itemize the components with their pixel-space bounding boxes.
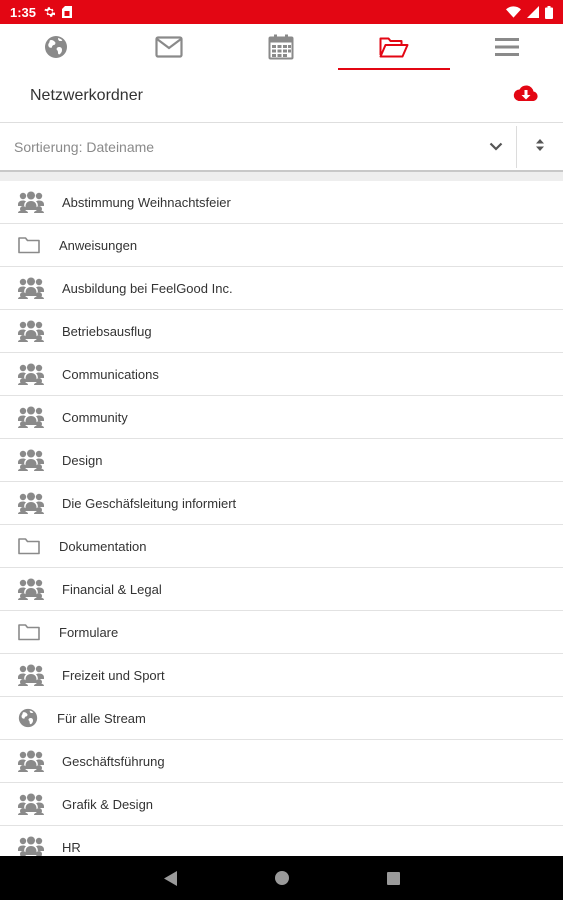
settings-icon <box>43 6 56 18</box>
globe-icon <box>0 708 57 728</box>
page-header: Netzwerkordner <box>0 70 563 122</box>
list-item-label: Betriebsausflug <box>62 323 152 339</box>
folder-icon <box>0 236 59 254</box>
list-item-label: Design <box>62 452 103 468</box>
group-icon <box>0 449 62 471</box>
tab-messages[interactable] <box>113 24 226 70</box>
list-item[interactable]: Formulare <box>0 611 563 654</box>
folder-icon <box>0 623 59 641</box>
list-item-label: Grafik & Design <box>62 796 154 812</box>
list-item-label: HR <box>62 839 81 855</box>
calendar-icon <box>268 34 294 60</box>
list-item-label: Anweisungen <box>59 237 138 253</box>
list-item-label: Community <box>62 409 128 425</box>
list-item-label: Communications <box>62 366 159 382</box>
list-item-label: Formulare <box>59 624 119 640</box>
chevron-down-icon <box>489 138 503 156</box>
sort-dropdown-button[interactable] <box>476 123 516 170</box>
group-icon <box>0 664 62 686</box>
list-item[interactable]: Dokumentation <box>0 525 563 568</box>
group-icon <box>0 836 62 856</box>
sort-select[interactable]: Sortierung: Dateiname <box>0 139 476 155</box>
group-icon <box>0 406 62 428</box>
tab-stream[interactable] <box>0 24 113 70</box>
sort-icon <box>536 138 544 156</box>
list-item-label: Die Geschäfsleitung informiert <box>62 495 237 511</box>
sort-bar: Sortierung: Dateiname <box>0 122 563 172</box>
list-item[interactable]: Anweisungen <box>0 224 563 267</box>
list-item[interactable]: Community <box>0 396 563 439</box>
list-item[interactable]: Financial & Legal <box>0 568 563 611</box>
group-icon <box>0 578 62 600</box>
group-icon <box>0 363 62 385</box>
list-top-spacer <box>0 172 563 181</box>
main-tab-bar <box>0 24 563 70</box>
group-icon <box>0 320 62 342</box>
tab-menu[interactable] <box>450 24 563 70</box>
group-icon <box>0 793 62 815</box>
envelope-icon <box>155 36 183 58</box>
folder-icon <box>0 537 59 555</box>
status-time: 1:35 <box>10 4 37 20</box>
group-icon <box>0 492 62 514</box>
tab-calendar[interactable] <box>225 24 338 70</box>
folder-list: Abstimmung Weihnachtsfeier Anweisungen Aus… <box>0 181 563 856</box>
page-title: Netzwerkordner <box>30 87 143 104</box>
list-item[interactable]: Grafik & Design <box>0 783 563 826</box>
list-item[interactable]: Betriebsausflug <box>0 310 563 353</box>
list-item-label: Geschäftsführung <box>62 753 165 769</box>
list-item-label: Financial & Legal <box>62 581 162 597</box>
list-item[interactable]: Geschäftsführung <box>0 740 563 783</box>
list-item[interactable]: HR <box>0 826 563 856</box>
recents-icon[interactable] <box>386 871 400 885</box>
list-item[interactable]: Design <box>0 439 563 482</box>
group-icon <box>0 191 62 213</box>
folder-open-icon <box>379 36 409 58</box>
tab-folders[interactable] <box>337 24 451 70</box>
group-icon <box>0 277 62 299</box>
list-item-label: Für alle Stream <box>57 710 146 726</box>
list-item-label: Freizeit und Sport <box>62 667 165 683</box>
list-item[interactable]: Die Geschäfsleitung informiert <box>0 482 563 525</box>
list-item[interactable]: Abstimmung Weihnachtsfeier <box>0 181 563 224</box>
group-icon <box>0 750 62 772</box>
list-item[interactable]: Freizeit und Sport <box>0 654 563 697</box>
battery-icon <box>545 5 553 19</box>
list-item[interactable]: Communications <box>0 353 563 396</box>
signal-icon <box>527 6 539 18</box>
back-icon[interactable] <box>163 870 177 886</box>
list-item-label: Abstimmung Weihnachtsfeier <box>62 194 231 210</box>
sim-card-icon <box>62 6 73 18</box>
list-item[interactable]: Ausbildung bei FeelGood Inc. <box>0 267 563 310</box>
cloud-download-button[interactable] <box>513 84 539 109</box>
menu-icon <box>494 37 519 57</box>
status-bar: 1:35 <box>0 0 563 24</box>
wifi-icon <box>506 6 521 18</box>
list-item-label: Ausbildung bei FeelGood Inc. <box>62 280 233 296</box>
cloud-download-icon <box>513 84 539 109</box>
list-item[interactable]: Für alle Stream <box>0 697 563 740</box>
system-nav-bar <box>0 856 563 900</box>
home-icon[interactable] <box>274 871 289 885</box>
globe-icon <box>44 35 68 59</box>
sort-order-button[interactable] <box>517 123 563 170</box>
list-item-label: Dokumentation <box>59 538 147 554</box>
